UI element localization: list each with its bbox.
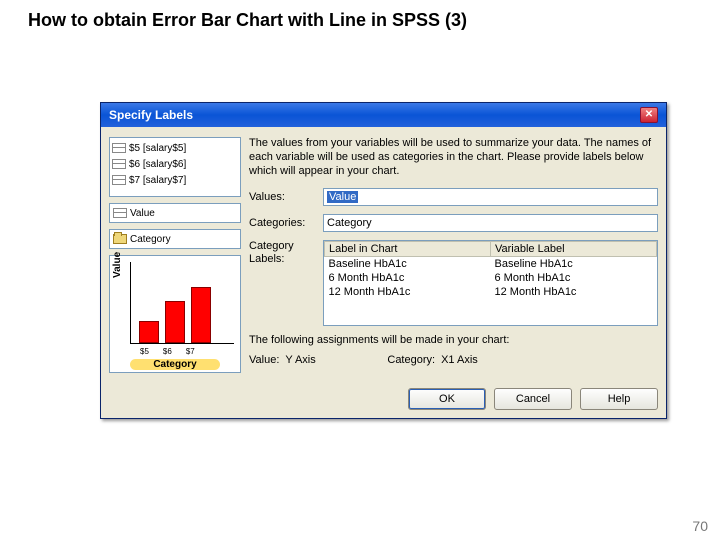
cell: 12 Month HbA1c [325, 285, 491, 299]
chart-preview: Value $5 $6 $7 Category [109, 255, 241, 373]
categories-label: Categories: [249, 217, 317, 229]
table-row[interactable]: Baseline HbA1cBaseline HbA1c [325, 257, 657, 272]
titlebar[interactable]: Specify Labels ✕ [101, 103, 666, 127]
categories-input[interactable]: Category [323, 214, 658, 232]
values-label: Values: [249, 191, 317, 203]
col-label-in-chart[interactable]: Label in Chart [325, 242, 491, 257]
scale-var-icon [112, 143, 126, 153]
tick: $6 [163, 347, 172, 356]
drop-label: Category [130, 234, 171, 245]
category-icon [113, 234, 127, 244]
cancel-button[interactable]: Cancel [494, 388, 572, 410]
category-drop-target[interactable]: Category [109, 229, 241, 249]
assign-value-value: Y Axis [285, 354, 345, 366]
list-item-label: $7 [salary$7] [129, 175, 186, 186]
scale-var-icon [113, 208, 127, 218]
list-item-label: $5 [salary$5] [129, 143, 186, 154]
variable-list[interactable]: $5 [salary$5] $6 [salary$6] $7 [salary$7… [109, 137, 241, 197]
close-button[interactable]: ✕ [640, 107, 658, 123]
preview-bar [139, 321, 159, 343]
scale-var-icon [112, 175, 126, 185]
preview-bar [191, 287, 211, 343]
preview-plot [130, 262, 234, 344]
form-panel: The values from your variables will be u… [249, 137, 658, 374]
ok-button[interactable]: OK [408, 388, 486, 410]
values-input[interactable]: Value [323, 188, 658, 206]
slide-title: How to obtain Error Bar Chart with Line … [28, 10, 467, 31]
dialog-body: $5 [salary$5] $6 [salary$6] $7 [salary$7… [101, 127, 666, 382]
page-number: 70 [692, 518, 708, 534]
preview-bar [165, 301, 185, 343]
input-value: Category [327, 217, 372, 229]
tick: $7 [186, 347, 195, 356]
category-labels-label: Category Labels: [249, 240, 317, 266]
cell: Baseline HbA1c [491, 257, 657, 272]
cell: Baseline HbA1c [325, 257, 491, 272]
list-item[interactable]: $6 [salary$6] [112, 156, 238, 172]
list-item[interactable]: $5 [salary$5] [112, 140, 238, 156]
assignments-text: The following assignments will be made i… [249, 334, 658, 346]
scale-var-icon [112, 159, 126, 169]
assign-category-label: Category: [387, 354, 435, 366]
category-labels-table[interactable]: Label in Chart Variable Label Baseline H… [323, 240, 658, 326]
col-variable-label[interactable]: Variable Label [491, 242, 657, 257]
table-row[interactable]: 6 Month HbA1c6 Month HbA1c [325, 271, 657, 285]
value-drop-target[interactable]: Value [109, 203, 241, 223]
cell: 6 Month HbA1c [491, 271, 657, 285]
table-header-row: Label in Chart Variable Label [325, 242, 657, 257]
help-button[interactable]: Help [580, 388, 658, 410]
dialog-title: Specify Labels [109, 103, 193, 127]
drop-label: Value [130, 208, 155, 219]
variables-panel: $5 [salary$5] $6 [salary$6] $7 [salary$7… [109, 137, 241, 374]
input-value: Value [327, 191, 358, 203]
button-bar: OK Cancel Help [101, 382, 666, 418]
table-row[interactable]: 12 Month HbA1c12 Month HbA1c [325, 285, 657, 299]
preview-xlabel: Category [130, 359, 220, 370]
list-item-label: $6 [salary$6] [129, 159, 186, 170]
specify-labels-dialog: Specify Labels ✕ $5 [salary$5] $6 [salar… [100, 102, 667, 419]
assign-category-value: X1 Axis [441, 354, 478, 366]
preview-ylabel: Value [112, 252, 123, 278]
assign-value-label: Value: [249, 354, 279, 366]
preview-xticks: $5 $6 $7 [130, 347, 234, 356]
list-item[interactable]: $7 [salary$7] [112, 172, 238, 188]
cell: 6 Month HbA1c [325, 271, 491, 285]
cell: 12 Month HbA1c [491, 285, 657, 299]
tick: $5 [140, 347, 149, 356]
description-text: The values from your variables will be u… [249, 137, 658, 178]
